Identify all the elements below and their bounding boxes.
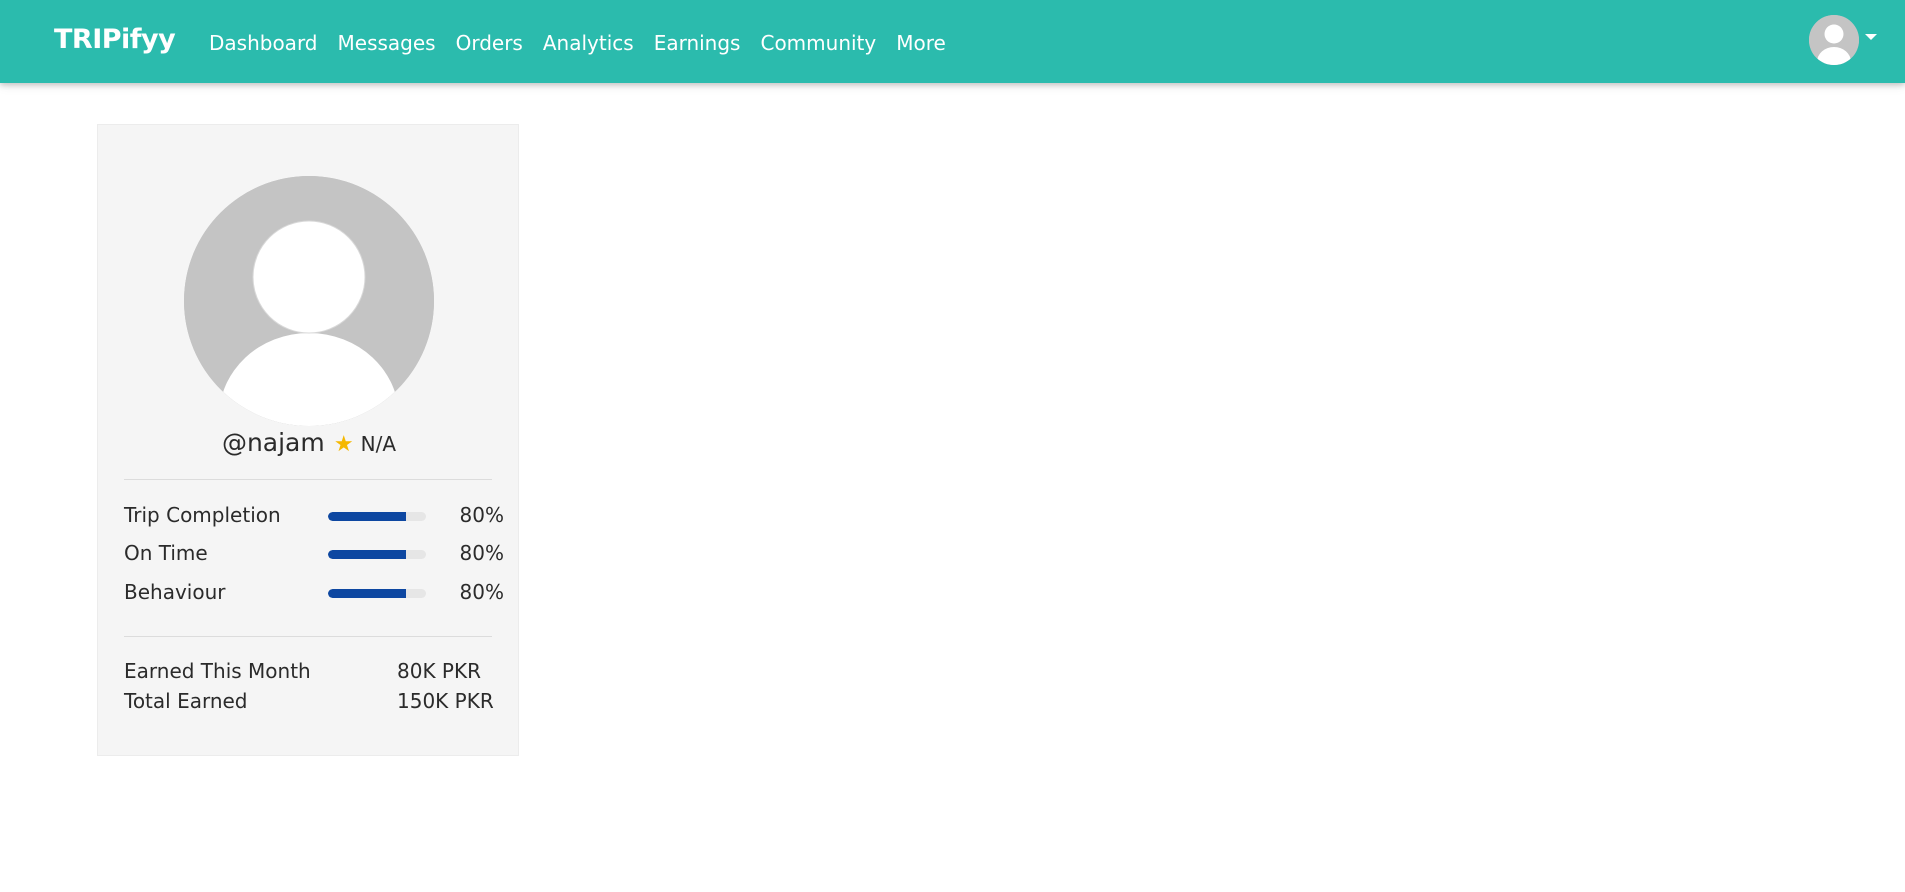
profile-card: @najam ★ N/A Trip Completion 80% On Time… — [97, 124, 519, 756]
rating-value: N/A — [360, 432, 397, 456]
divider — [124, 636, 492, 637]
progress-bar-fill — [328, 589, 407, 598]
earned-this-month-row: Earned This Month 80K PKR — [124, 659, 504, 685]
nav-item-community[interactable]: Community — [760, 31, 876, 55]
nav-item-messages[interactable]: Messages — [338, 31, 436, 55]
earn-value: 80K PKR — [397, 659, 481, 683]
stat-row-on-time: On Time 80% — [124, 541, 504, 567]
profile-avatar-icon — [184, 176, 434, 426]
earn-value: 150K PKR — [397, 689, 494, 713]
stat-row-trip-completion: Trip Completion 80% — [124, 503, 504, 529]
total-earned-row: Total Earned 150K PKR — [124, 689, 504, 715]
username: @najam — [221, 428, 325, 457]
nav-menu: Dashboard Messages Orders Analytics Earn… — [209, 31, 966, 55]
chevron-down-icon[interactable] — [1865, 34, 1877, 40]
stat-row-behaviour: Behaviour 80% — [124, 580, 504, 606]
stat-value: 80% — [459, 541, 504, 565]
stat-value: 80% — [459, 580, 504, 604]
user-menu-toggle[interactable] — [1809, 15, 1877, 65]
nav-item-orders[interactable]: Orders — [456, 31, 523, 55]
nav-item-more[interactable]: More — [896, 31, 946, 55]
top-navbar: TRIPifyy Dashboard Messages Orders Analy… — [0, 0, 1905, 83]
profile-handle-row: @najam ★ N/A — [98, 428, 520, 457]
stat-label: Behaviour — [124, 580, 226, 604]
stat-value: 80% — [459, 503, 504, 527]
stat-label: On Time — [124, 541, 208, 565]
nav-item-earnings[interactable]: Earnings — [654, 31, 741, 55]
stat-label: Trip Completion — [124, 503, 281, 527]
nav-item-analytics[interactable]: Analytics — [543, 31, 634, 55]
progress-bar-fill — [328, 512, 407, 521]
brand-logo[interactable]: TRIPifyy — [54, 24, 176, 55]
star-icon: ★ — [333, 432, 354, 457]
user-avatar-icon[interactable] — [1809, 15, 1859, 65]
progress-bar-fill — [328, 550, 407, 559]
divider — [124, 479, 492, 480]
progress-bar — [328, 589, 426, 598]
progress-bar — [328, 550, 426, 559]
nav-item-dashboard[interactable]: Dashboard — [209, 31, 318, 55]
earn-label: Total Earned — [124, 689, 248, 713]
progress-bar — [328, 512, 426, 521]
earn-label: Earned This Month — [124, 659, 311, 683]
